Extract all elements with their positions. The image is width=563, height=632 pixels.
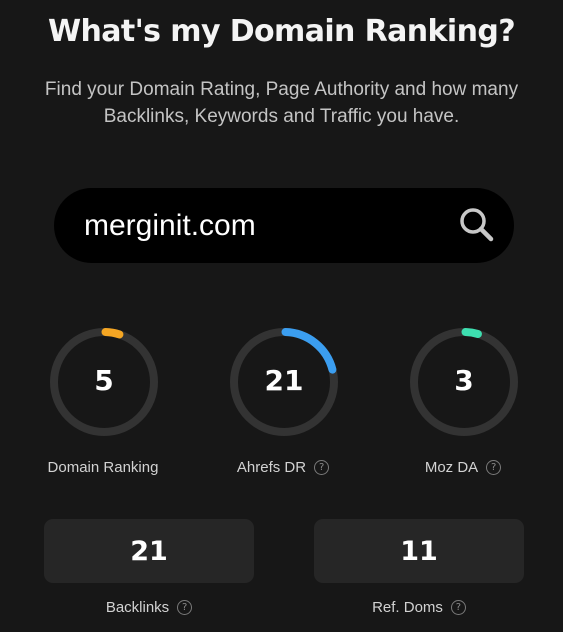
- moz-da-label: Moz DA ?: [384, 457, 542, 477]
- subtitle-line-1: Find your Domain Rating, Page Authority …: [44, 79, 519, 100]
- domain-search-bar: [54, 188, 514, 263]
- backlinks-label: Backlinks ?: [44, 597, 254, 617]
- ref-doms-label-text: Ref. Doms: [372, 598, 443, 616]
- domain-ranking-widget: What's my Domain Ranking? Find your Doma…: [0, 0, 563, 632]
- search-icon: [460, 208, 494, 242]
- ahrefs-dr-value: 21: [264, 364, 304, 397]
- domain-ranking-label: Domain Ranking: [24, 457, 182, 477]
- backlinks-label-text: Backlinks: [105, 598, 170, 616]
- ref-doms-value: 11: [400, 535, 438, 567]
- page-title: What's my Domain Ranking?: [47, 14, 516, 49]
- ahrefs-dr-label-text: Ahrefs DR: [236, 458, 307, 476]
- ref-doms-label: Ref. Doms ?: [314, 597, 524, 617]
- search-button[interactable]: [454, 202, 500, 248]
- domain-input[interactable]: [84, 204, 444, 248]
- ahrefs-dr-label: Ahrefs DR ?: [204, 457, 362, 477]
- ref-doms-help-icon[interactable]: ?: [450, 599, 466, 615]
- domain-ranking-arc: [101, 328, 124, 339]
- ref-doms-stat-box: 11: [314, 519, 524, 583]
- backlinks-help-icon[interactable]: ?: [177, 599, 193, 615]
- domain-ranking-gauge: 5: [48, 326, 160, 438]
- backlinks-value: 21: [130, 535, 168, 567]
- moz-da-label-text: Moz DA: [424, 458, 479, 476]
- domain-ranking-value: 5: [94, 364, 114, 397]
- page-subtitle: Find your Domain Rating, Page Authority …: [20, 76, 543, 130]
- ahrefs-dr-help-icon[interactable]: ?: [314, 459, 330, 475]
- domain-ranking-label-text: Domain Ranking: [47, 458, 159, 476]
- moz-da-value: 3: [454, 364, 474, 397]
- moz-da-help-icon[interactable]: ?: [486, 459, 502, 475]
- backlinks-stat-box: 21: [44, 519, 254, 583]
- moz-da-arc: [461, 328, 482, 338]
- ahrefs-dr-gauge: 21: [228, 326, 340, 438]
- moz-da-gauge: 3: [408, 326, 520, 438]
- subtitle-line-2: Backlinks, Keywords and Traffic you have…: [103, 106, 460, 127]
